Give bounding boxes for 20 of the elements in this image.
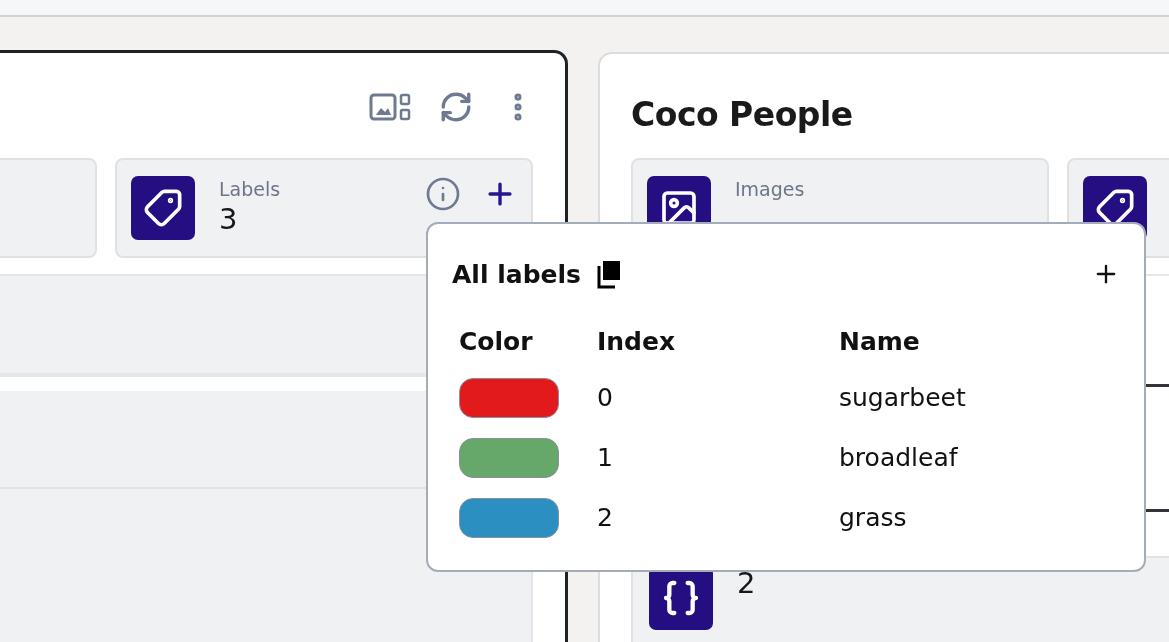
tag-icon	[143, 188, 183, 228]
stat-label: Images	[735, 177, 806, 202]
stat-label: Labels	[219, 177, 282, 202]
label-index: 0	[597, 382, 614, 414]
column-header: Color	[459, 326, 534, 358]
dataset-title: Coco People	[631, 94, 853, 134]
label-index: 2	[597, 502, 614, 534]
braces-icon	[661, 578, 701, 618]
copy-icon[interactable]	[596, 259, 621, 289]
label-name: broadleaf	[839, 442, 959, 474]
info-icon[interactable]	[425, 176, 461, 212]
column-header: Index	[597, 326, 677, 358]
stat-value: 2	[737, 566, 757, 600]
gallery-icon[interactable]	[369, 92, 411, 122]
label-index: 1	[597, 442, 614, 474]
label-name: grass	[839, 502, 908, 534]
label-name: sugarbeet	[839, 382, 967, 414]
refresh-icon[interactable]	[439, 90, 473, 124]
stat-value: 3	[219, 202, 239, 236]
column-header: Name	[839, 326, 921, 358]
